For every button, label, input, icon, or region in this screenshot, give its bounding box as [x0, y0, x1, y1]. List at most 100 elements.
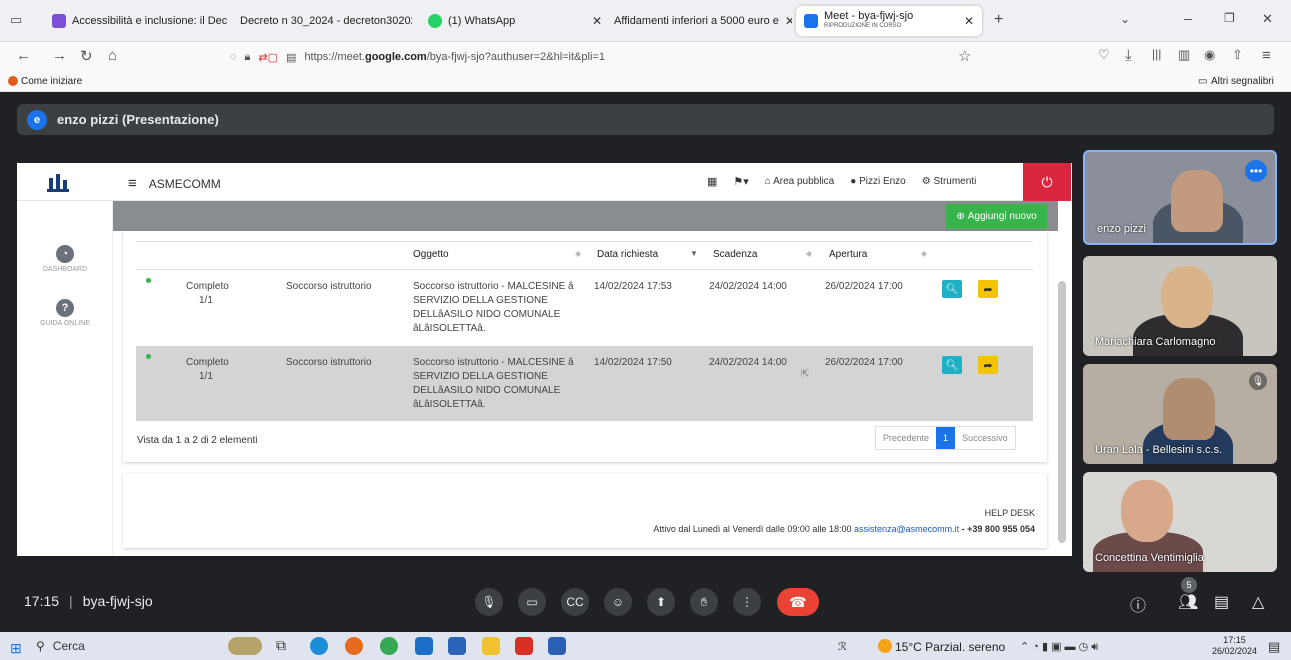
next-page-button[interactable]: Successivo	[955, 427, 1015, 449]
captions-button[interactable]: CC	[561, 588, 589, 616]
view-button[interactable]: 🔍︎	[942, 356, 962, 374]
back-icon[interactable]: ←	[16, 47, 31, 64]
table-row[interactable]: Completo 1/1 Soccorso istruttorio Soccor…	[136, 270, 1033, 345]
object-text: Soccorso istruttorio - MALCESINE â SERVI…	[413, 281, 574, 334]
minimize-icon[interactable]: –	[1184, 10, 1192, 26]
widget-icon[interactable]	[228, 637, 262, 655]
calendar-icon[interactable]: ▦	[707, 175, 717, 188]
task-view-icon[interactable]: ⧉	[276, 637, 294, 655]
sidebar-icon[interactable]: ▥	[1178, 47, 1190, 63]
forward-icon[interactable]: →	[52, 47, 67, 64]
windows-start-icon[interactable]: ⊞	[10, 640, 22, 657]
system-tray-icons[interactable]: ⌃ ◔ ▮ ▣ ▬ ◷ 🔊︎	[1020, 640, 1098, 654]
home-icon: ⌂	[764, 176, 771, 187]
participant-tile-enzo-pizzi[interactable]: ••• enzo pizzi	[1083, 150, 1277, 245]
close-tab-icon[interactable]: ✕	[964, 14, 974, 28]
status-text: Completo	[186, 357, 229, 368]
reload-icon[interactable]: ↻	[80, 47, 93, 65]
participant-tile-uran-lala[interactable]: 🎙︎ Uran Lala - Bellesini s.c.s.	[1083, 364, 1277, 464]
meeting-details-icon[interactable]: ⓘ	[1130, 592, 1146, 616]
reactions-button[interactable]: ☺	[604, 588, 632, 616]
column-header-oggetto[interactable]: Oggetto	[413, 249, 449, 260]
extensions-icon[interactable]: ⇧	[1232, 47, 1243, 63]
sidebar-item-guida-online[interactable]: ? GUIDA ONLINE	[17, 299, 113, 327]
helpdesk-email-link[interactable]: assistenza@asmecomm.it	[854, 524, 959, 534]
raise-hand-button[interactable]: ✋︎	[690, 588, 718, 616]
sidebar-item-label: DASHBOARD	[42, 266, 88, 273]
open-button[interactable]: ➦	[978, 280, 998, 298]
home-icon[interactable]: ⌂	[108, 47, 117, 64]
nav-user[interactable]: ● Pizzi Enzo	[850, 176, 906, 187]
previous-page-button[interactable]: Precedente	[876, 427, 936, 449]
more-options-icon[interactable]: •••	[1245, 160, 1267, 182]
camera-permission-icon[interactable]: ⇄▢	[258, 51, 278, 64]
search-icon: ⚲	[36, 639, 45, 653]
star-icon[interactable]: ☆	[958, 47, 971, 65]
table-row[interactable]: Completo 1/1 Soccorso istruttorio Soccor…	[136, 346, 1033, 421]
pocket-icon[interactable]: ♡	[1098, 47, 1110, 63]
column-header-scadenza[interactable]: Scadenza	[713, 249, 757, 260]
weather-text[interactable]: 15°C Parzial. sereno	[895, 640, 1005, 654]
activities-icon[interactable]: △	[1252, 592, 1264, 612]
leave-call-button[interactable]: ☎	[777, 588, 819, 616]
microphone-button[interactable]: 🎙︎	[475, 588, 503, 616]
file-explorer-icon[interactable]	[482, 637, 500, 655]
chat-icon[interactable]: ▤	[1214, 592, 1229, 612]
logout-button[interactable]: ⏻	[1023, 163, 1071, 201]
participant-tile-concettina[interactable]: Concettina Ventimiglia	[1083, 472, 1277, 572]
chevron-down-icon[interactable]: ⌄	[1120, 12, 1130, 26]
tab-decreto[interactable]: Decreto n 30_2024 - decreton30202✕	[232, 6, 412, 36]
tab-whatsapp[interactable]: (1) WhatsApp ✕	[420, 6, 610, 36]
camera-button[interactable]: ▭	[518, 588, 546, 616]
open-button[interactable]: ➦	[978, 356, 998, 374]
close-window-icon[interactable]: ✕	[1262, 11, 1273, 27]
people-icon[interactable]: ℛ	[838, 640, 847, 653]
participant-tile-mariachiara[interactable]: Mariachiara Carlomagno	[1083, 256, 1277, 356]
taskbar-search[interactable]: ⚲ Cerca	[28, 636, 208, 656]
account-icon[interactable]: ◉	[1204, 47, 1215, 63]
firefox-icon[interactable]	[345, 637, 363, 655]
bookmark-come-iniziare[interactable]: Come iniziare	[21, 76, 82, 87]
column-header-data-richiesta[interactable]: Data richiesta	[597, 249, 658, 260]
view-button[interactable]: 🔍︎	[942, 280, 962, 298]
sort-icon[interactable]: ◆	[575, 249, 581, 258]
download-icon[interactable]: ⤓	[1125, 47, 1132, 64]
people-icon[interactable]: 👥︎	[1178, 592, 1198, 612]
edge-icon[interactable]	[310, 637, 328, 655]
pdf-icon[interactable]	[515, 637, 533, 655]
taskbar-clock[interactable]: 17:15 26/02/2024	[1212, 635, 1257, 657]
chrome-icon[interactable]	[380, 637, 398, 655]
column-header-apertura[interactable]: Apertura	[829, 249, 867, 260]
sidebar-item-dashboard[interactable]: ◔ DASHBOARD	[17, 245, 113, 273]
url-bar[interactable]: ◌ 🔒︎ ⇄▢ ▤ https://meet.google.com/bya-fj…	[230, 45, 980, 69]
close-tab-icon[interactable]: ✕	[592, 14, 602, 28]
sort-icon[interactable]: ◆	[921, 249, 927, 258]
flag-icon[interactable]: ⚑▾	[733, 175, 748, 188]
bookmark-altri-segnalibri[interactable]: Altri segnalibri	[1211, 76, 1274, 87]
close-tab-icon[interactable]: ✕	[785, 14, 792, 28]
notifications-icon[interactable]: ▤	[1268, 639, 1280, 655]
tab-meet[interactable]: Meet - bya-fjwj-sjo RIPRODUZIONE IN CORS…	[796, 6, 982, 36]
helpdesk-title: HELP DESK	[984, 508, 1035, 518]
mail-icon[interactable]	[415, 637, 433, 655]
hamburger-icon[interactable]: ≡	[128, 175, 137, 192]
scrollbar[interactable]	[1058, 281, 1066, 543]
tab-accessibilita[interactable]: Accessibilità e inclusione: il Dec✕	[44, 6, 230, 36]
sort-desc-icon[interactable]: ▼	[690, 249, 698, 258]
tab-affidamenti[interactable]: Affidamenti inferiori a 5000 euro e ✕	[606, 6, 792, 36]
library-icon[interactable]: |||	[1152, 47, 1161, 61]
count-text: 1/1	[199, 295, 213, 306]
app-icon[interactable]	[448, 637, 466, 655]
nav-strumenti[interactable]: ⚙ Strumenti	[922, 176, 977, 187]
word-icon[interactable]	[548, 637, 566, 655]
restore-icon[interactable]: ❐	[1224, 11, 1235, 25]
tab-list-icon[interactable]: ▭	[10, 12, 22, 28]
add-new-button[interactable]: ⊕ Aggiungi nuovo	[946, 204, 1047, 229]
more-options-button[interactable]: ⋮	[733, 588, 761, 616]
page-1-button[interactable]: 1	[936, 427, 956, 449]
sort-icon[interactable]: ◆	[806, 249, 812, 258]
new-tab-icon[interactable]: +	[994, 11, 1003, 29]
nav-area-pubblica[interactable]: ⌂ Area pubblica	[765, 176, 834, 187]
present-button[interactable]: ⬆	[647, 588, 675, 616]
menu-icon[interactable]: ≡	[1262, 47, 1271, 64]
